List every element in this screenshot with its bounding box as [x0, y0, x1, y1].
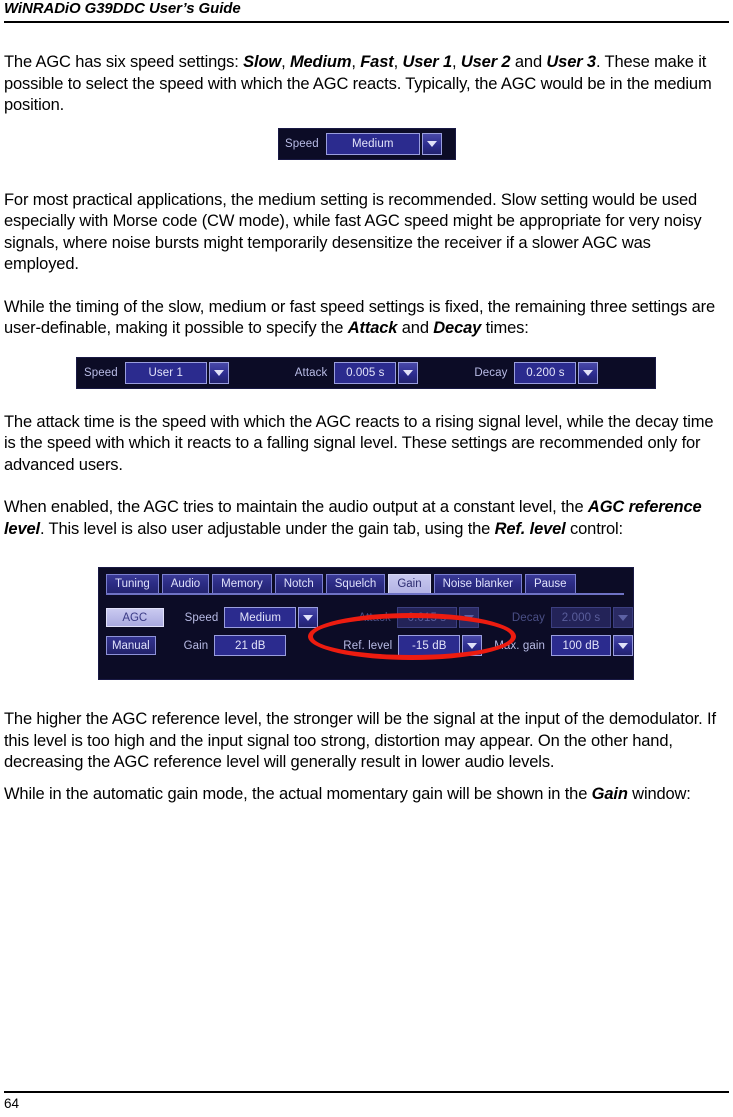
tab-audio[interactable]: Audio: [161, 574, 210, 593]
tab-strip: Tuning Audio Memory Notch Squelch Gain N…: [106, 574, 633, 593]
max-gain-value[interactable]: 100 dB: [551, 635, 611, 656]
p3-text-tail: times:: [481, 319, 529, 337]
speed-label: Speed: [84, 366, 118, 379]
gain-field[interactable]: 21 dB: [214, 635, 287, 656]
running-title: WiNRADiO G39DDC User’s Guide: [4, 0, 241, 17]
tab-strip-divider: [106, 593, 624, 595]
term-slow: Slow: [243, 53, 282, 71]
page-footer: 64: [4, 1091, 729, 1111]
tab-gain[interactable]: Gain: [388, 574, 431, 593]
term-attack: Attack: [347, 319, 398, 337]
user-speed-widget-panel: Speed User 1 Attack 0.005 s Decay 0.200 …: [76, 356, 656, 389]
chevron-down-icon: [458, 607, 479, 628]
gain-label: Gain: [183, 639, 209, 652]
paragraph-user-definable: While the timing of the slow, medium or …: [4, 297, 729, 340]
p1-comma-2: ,: [351, 53, 361, 71]
chevron-down-icon[interactable]: [398, 361, 419, 384]
attack-value[interactable]: 0.005 s: [334, 361, 397, 384]
receiver-control-panel: Tuning Audio Memory Notch Squelch Gain N…: [98, 567, 634, 680]
chevron-down-icon[interactable]: [298, 607, 319, 628]
speed-label: Speed: [285, 137, 319, 150]
decay-combobox[interactable]: 0.200 s: [514, 361, 599, 384]
decay-combobox: 2.000 s: [551, 607, 633, 628]
p5-text-a: When enabled, the AGC tries to maintain …: [4, 498, 588, 516]
attack-label: Attack: [294, 366, 328, 379]
max-gain-label: Max. gain: [494, 639, 545, 652]
ref-level-combobox[interactable]: -15 dB: [398, 635, 483, 656]
chevron-down-icon: [613, 607, 633, 628]
tab-squelch[interactable]: Squelch: [325, 574, 386, 593]
header-divider: [4, 21, 729, 23]
paragraph-agc-speed-settings: The AGC has six speed settings: Slow, Me…: [4, 52, 729, 117]
attack-value: 0.015 s: [396, 607, 457, 628]
chevron-down-icon[interactable]: [421, 132, 442, 155]
speed-widget-panel: Speed Medium: [278, 127, 456, 160]
term-user-2: User 2: [460, 53, 511, 71]
tab-memory[interactable]: Memory: [212, 574, 272, 593]
term-ref-level: Ref. level: [494, 519, 566, 538]
speed-value[interactable]: Medium: [224, 607, 297, 628]
term-user-3: User 3: [546, 53, 596, 71]
p7-text-tail: window:: [627, 784, 691, 803]
decay-value: 2.000 s: [551, 607, 611, 628]
paragraph-practical-applications: For most practical applications, the med…: [4, 190, 702, 274]
paragraph-higher-reference-level: The higher the AGC reference level, the …: [4, 710, 716, 771]
p5-text-tail: control:: [565, 519, 623, 538]
figure-speed-combo: Speed Medium: [4, 117, 729, 169]
mode-manual-button[interactable]: Manual: [106, 636, 156, 655]
p3-and: and: [397, 319, 434, 337]
tab-notch[interactable]: Notch: [274, 574, 323, 593]
chevron-down-icon[interactable]: [613, 635, 633, 656]
speed-combobox[interactable]: User 1: [124, 361, 229, 384]
chevron-down-icon[interactable]: [578, 361, 599, 384]
mode-agc-button[interactable]: AGC: [106, 608, 164, 627]
gain-value[interactable]: 21 dB: [214, 635, 287, 656]
speed-value[interactable]: User 1: [124, 361, 207, 384]
page-number: 64: [4, 1096, 20, 1111]
p1-and: and: [510, 53, 547, 71]
term-fast: Fast: [360, 53, 394, 71]
gain-row-secondary: Manual Gain 21 dB Ref. level -15 dB Max.…: [106, 635, 633, 656]
p1-comma-1: ,: [281, 53, 290, 71]
page-running-header: WiNRADiO G39DDC User’s Guide: [0, 0, 733, 23]
tab-pause[interactable]: Pause: [524, 574, 576, 593]
footer-divider: [4, 1091, 729, 1093]
speed-combobox[interactable]: Medium: [224, 607, 319, 628]
attack-label: Attack: [358, 611, 391, 624]
p5-text-b: . This level is also user adjustable und…: [39, 519, 495, 538]
speed-value[interactable]: Medium: [325, 132, 420, 155]
p1-text-a: The AGC has six speed settings:: [4, 53, 244, 71]
decay-value[interactable]: 0.200 s: [514, 361, 577, 384]
term-user-1: User 1: [402, 53, 453, 71]
decay-label: Decay: [511, 611, 545, 624]
p1-comma-4: ,: [452, 53, 461, 71]
paragraph-agc-reference-level: When enabled, the AGC tries to maintain …: [4, 497, 729, 540]
tab-noise-blanker[interactable]: Noise blanker: [433, 574, 522, 593]
figure-user-attack-decay: Speed User 1 Attack 0.005 s Decay 0.200 …: [4, 340, 729, 402]
page-content: The AGC has six speed settings: Slow, Me…: [4, 52, 729, 805]
speed-combobox[interactable]: Medium: [325, 132, 442, 155]
paragraph-gain-window: While in the automatic gain mode, the ac…: [4, 784, 729, 806]
chevron-down-icon[interactable]: [208, 361, 229, 384]
term-decay: Decay: [433, 319, 482, 337]
attack-combobox[interactable]: 0.005 s: [334, 361, 419, 384]
term-medium: Medium: [289, 53, 352, 71]
attack-combobox: 0.015 s: [396, 607, 479, 628]
p7-text-a: While in the automatic gain mode, the ac…: [4, 784, 592, 803]
tab-tuning[interactable]: Tuning: [106, 574, 159, 593]
max-gain-combobox[interactable]: 100 dB: [551, 635, 633, 656]
term-gain: Gain: [591, 784, 628, 803]
ref-level-value[interactable]: -15 dB: [398, 635, 461, 656]
paragraph-attack-decay-explained: The attack time is the speed with which …: [4, 412, 714, 474]
gain-row-primary: AGC Speed Medium Attack 0.015 s Decay 2.…: [106, 607, 633, 628]
ref-level-label: Ref. level: [343, 639, 393, 652]
figure-gain-tab-panel: Tuning Audio Memory Notch Squelch Gain N…: [4, 540, 729, 688]
decay-label: Decay: [474, 366, 508, 379]
speed-label: Speed: [184, 611, 219, 624]
chevron-down-icon[interactable]: [462, 635, 483, 656]
